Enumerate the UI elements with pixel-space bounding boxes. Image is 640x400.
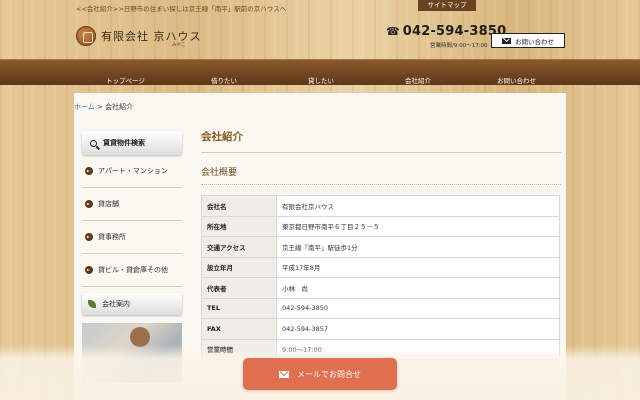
sidebar-item-label: アパート・マンション — [98, 167, 168, 175]
header-phone: ☎ 042-594-3850 — [386, 24, 506, 39]
mail-contact-label: メールでお問合せ — [297, 369, 361, 379]
row-label: 所在地 — [201, 215, 277, 237]
row-label: 設立年月 — [201, 256, 277, 278]
house-logo-icon — [130, 327, 150, 347]
mail-icon — [502, 37, 511, 44]
breadcrumb-home[interactable]: ホーム — [74, 103, 95, 111]
mail-icon — [279, 370, 289, 378]
section-title: 会社概要 — [201, 165, 561, 185]
arrow-right-icon — [85, 167, 93, 175]
table-row: 所在地 東京都日野市南平６丁目２５－５ — [201, 215, 560, 237]
sitemap-link[interactable]: サイトマップ — [418, 0, 476, 11]
contact-button[interactable]: お問い合わせ — [491, 33, 565, 48]
table-row: 会社名 有限会社京ハウス — [201, 195, 560, 217]
nav-item-company[interactable]: 会社紹介 — [405, 75, 431, 85]
company-table: 会社名 有限会社京ハウス 所在地 東京都日野市南平６丁目２５－５ 交通アクセス 京王線… — [201, 195, 560, 360]
table-row: TEL 042-594-3850 — [201, 297, 560, 319]
sidebar-search-heading[interactable]: 賃貸物件検索 — [82, 131, 182, 155]
nav-item-lend[interactable]: 貸したい — [308, 75, 334, 85]
content: 会社紹介 会社概要 会社名 有限会社京ハウス 所在地 東京都日野市南平６丁目２５－５… — [201, 129, 561, 360]
sidebar-company-heading[interactable]: 会社案内 — [82, 293, 182, 315]
main-nav: トップページ 借りたい 貸したい 会社紹介 お問い合わせ — [0, 59, 640, 85]
contact-button-label: お問い合わせ — [515, 37, 554, 46]
sidebar-company-label: 会社案内 — [102, 300, 130, 308]
row-value: 小林 尚 — [276, 277, 560, 299]
table-row: FAX 042-594-3857 — [201, 318, 560, 340]
row-label: FAX — [201, 318, 277, 340]
page-title: 会社紹介 — [201, 129, 561, 153]
sidebar-search-label: 賃貸物件検索 — [103, 139, 145, 147]
table-row: 代表者 小林 尚 — [201, 277, 560, 299]
logo-text[interactable]: 有限会社 京ハウス — [101, 28, 202, 44]
nav-item-rent[interactable]: 借りたい — [211, 75, 237, 85]
mail-contact-button[interactable]: メールでお問合せ — [243, 358, 397, 390]
sidebar-item-label: 貸ビル・貸倉庫その他 — [98, 266, 168, 274]
leaf-icon — [88, 300, 96, 308]
row-value: 東京都日野市南平６丁目２５－５ — [276, 215, 560, 237]
row-value: 京王線「南平」駅徒歩1分 — [276, 236, 560, 258]
phone-icon: ☎ — [386, 25, 400, 38]
row-value: 有限会社京ハウス — [276, 195, 560, 217]
row-label: 代表者 — [201, 277, 277, 299]
arrow-right-icon — [85, 266, 93, 274]
breadcrumb: ホーム > 会社紹介 — [74, 102, 133, 112]
table-row: 交通アクセス 京王線「南平」駅徒歩1分 — [201, 236, 560, 258]
sidebar-item-label: 貸事務所 — [98, 233, 126, 241]
nav-item-top[interactable]: トップページ — [106, 75, 145, 85]
nav-item-contact[interactable]: お問い合わせ — [497, 75, 536, 85]
sidebar-item-building[interactable]: 貸ビル・貸倉庫その他 — [82, 254, 182, 287]
sidebar-item-apartment[interactable]: アパート・マンション — [82, 155, 182, 188]
header-tagline: <<会社紹介>>日野市の住まい探しは京王線「南平」駅前の京ハウスへ — [76, 5, 287, 13]
search-icon — [90, 139, 97, 147]
row-label: 交通アクセス — [201, 236, 277, 258]
sidebar-item-label: 貸店舗 — [98, 200, 119, 208]
arrow-right-icon — [85, 233, 93, 241]
business-hours: 営業時間/9:00〜17:00 — [430, 43, 488, 49]
breadcrumb-current: 会社紹介 — [105, 103, 134, 111]
table-row: 設立年月 平成17年8月 — [201, 256, 560, 278]
logo-subtext: みやこ — [172, 43, 186, 48]
arrow-right-icon — [85, 200, 93, 208]
sidebar-item-shop[interactable]: 貸店舗 — [82, 188, 182, 221]
sidebar-item-office[interactable]: 貸事務所 — [82, 221, 182, 254]
row-label: TEL — [201, 297, 277, 319]
breadcrumb-separator: > — [97, 103, 103, 111]
row-value: 平成17年8月 — [276, 256, 560, 278]
row-value: 042-594-3850 — [276, 297, 560, 319]
row-value: 042-594-3857 — [276, 318, 560, 340]
logo-icon[interactable] — [76, 26, 96, 46]
row-label: 会社名 — [201, 195, 277, 217]
